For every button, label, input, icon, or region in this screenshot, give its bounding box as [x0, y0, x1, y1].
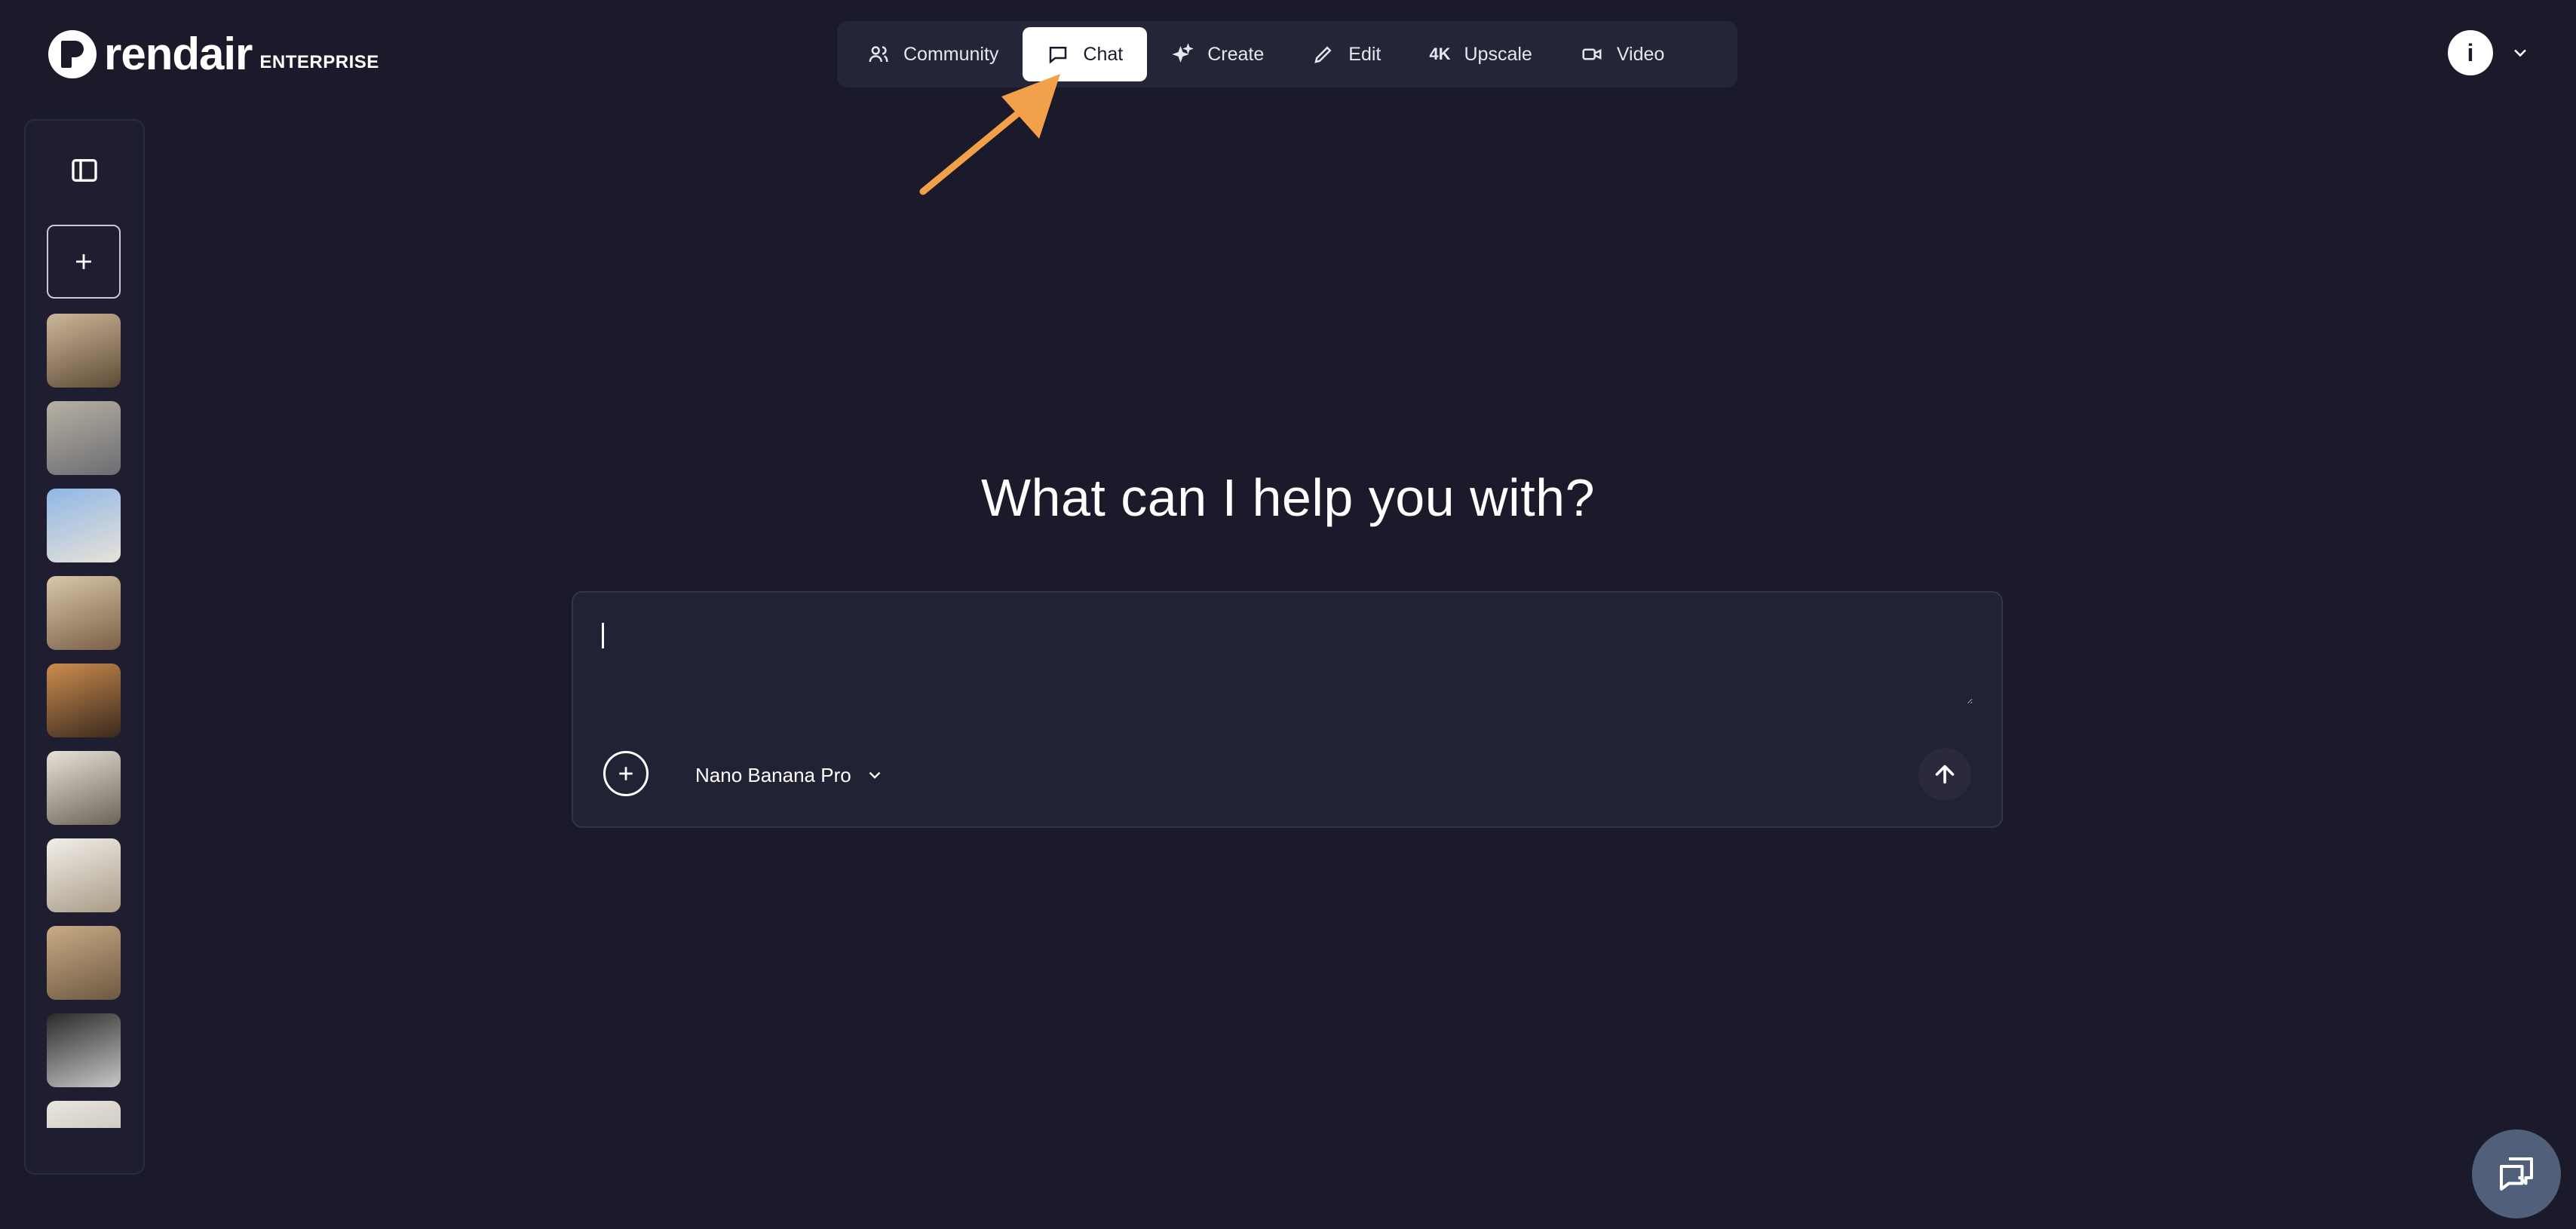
- chat-input[interactable]: [600, 614, 1973, 704]
- thumbnail-10[interactable]: [47, 1101, 121, 1128]
- chat-bubble-icon: [1050, 47, 1067, 64]
- thumbnail-5[interactable]: [47, 664, 121, 737]
- app-root: rendair ENTERPRISE Community Chat Create…: [0, 0, 2576, 1229]
- tab-upscale-label: Upscale: [1464, 43, 1532, 65]
- attach-button[interactable]: [603, 751, 649, 796]
- sidebar: [24, 119, 145, 1175]
- brand-logo[interactable]: rendair ENTERPRISE: [48, 27, 379, 81]
- support-chat-icon: [2500, 1157, 2533, 1191]
- brand-name: rendair: [104, 29, 253, 79]
- chat-composer: Nano Banana Pro: [572, 591, 2003, 828]
- page-title: What can I help you with?: [980, 468, 1596, 527]
- text-caret: [602, 623, 604, 648]
- sparkle-icon: [1172, 43, 1194, 63]
- model-select-value: Nano Banana Pro: [695, 763, 851, 786]
- tab-create[interactable]: Create: [1147, 27, 1288, 81]
- pencil-icon: [1314, 46, 1332, 63]
- thumbnail-8[interactable]: [47, 926, 121, 1000]
- annotation-arrow-icon: [919, 74, 1060, 195]
- tab-video-label: Video: [1616, 43, 1665, 65]
- thumbnail-6[interactable]: [47, 751, 121, 825]
- send-button[interactable]: [1918, 748, 1971, 801]
- profile-menu[interactable]: i: [2448, 30, 2531, 75]
- thumbnail-2[interactable]: [47, 401, 121, 475]
- video-camera-icon: [1582, 48, 1602, 60]
- tab-upscale[interactable]: 4K Upscale: [1405, 27, 1556, 81]
- support-chat-button[interactable]: [2472, 1129, 2561, 1218]
- thumbnail-3[interactable]: [47, 489, 121, 562]
- thumbnail-9[interactable]: [47, 1013, 121, 1087]
- thumbnail-7[interactable]: [47, 838, 121, 912]
- tab-edit[interactable]: Edit: [1288, 27, 1405, 81]
- thumbnail-1[interactable]: [47, 314, 121, 388]
- new-chat-button[interactable]: [47, 225, 121, 299]
- chevron-down-icon: [869, 771, 881, 779]
- avatar[interactable]: i: [2448, 30, 2493, 75]
- chevron-down-icon[interactable]: [2510, 42, 2531, 63]
- tab-create-label: Create: [1207, 43, 1265, 65]
- arrow-up-icon: [1935, 765, 1955, 784]
- model-select[interactable]: Nano Banana Pro: [695, 760, 885, 790]
- tab-video[interactable]: Video: [1556, 27, 1689, 81]
- thumbnail-list: [47, 314, 121, 1128]
- tab-chat-label: Chat: [1083, 43, 1124, 65]
- 4k-icon: 4K: [1429, 44, 1451, 63]
- sidebar-toggle-icon[interactable]: [69, 155, 100, 185]
- thumbnail-4[interactable]: [47, 576, 121, 650]
- rendair-logo-icon: [48, 30, 97, 78]
- plus-circle-icon: [619, 767, 633, 780]
- tab-edit-label: Edit: [1348, 43, 1382, 65]
- brand-tier: ENTERPRISE: [259, 52, 379, 72]
- plus-icon: [76, 254, 91, 269]
- users-icon: [869, 46, 888, 63]
- tab-community-label: Community: [903, 43, 999, 65]
